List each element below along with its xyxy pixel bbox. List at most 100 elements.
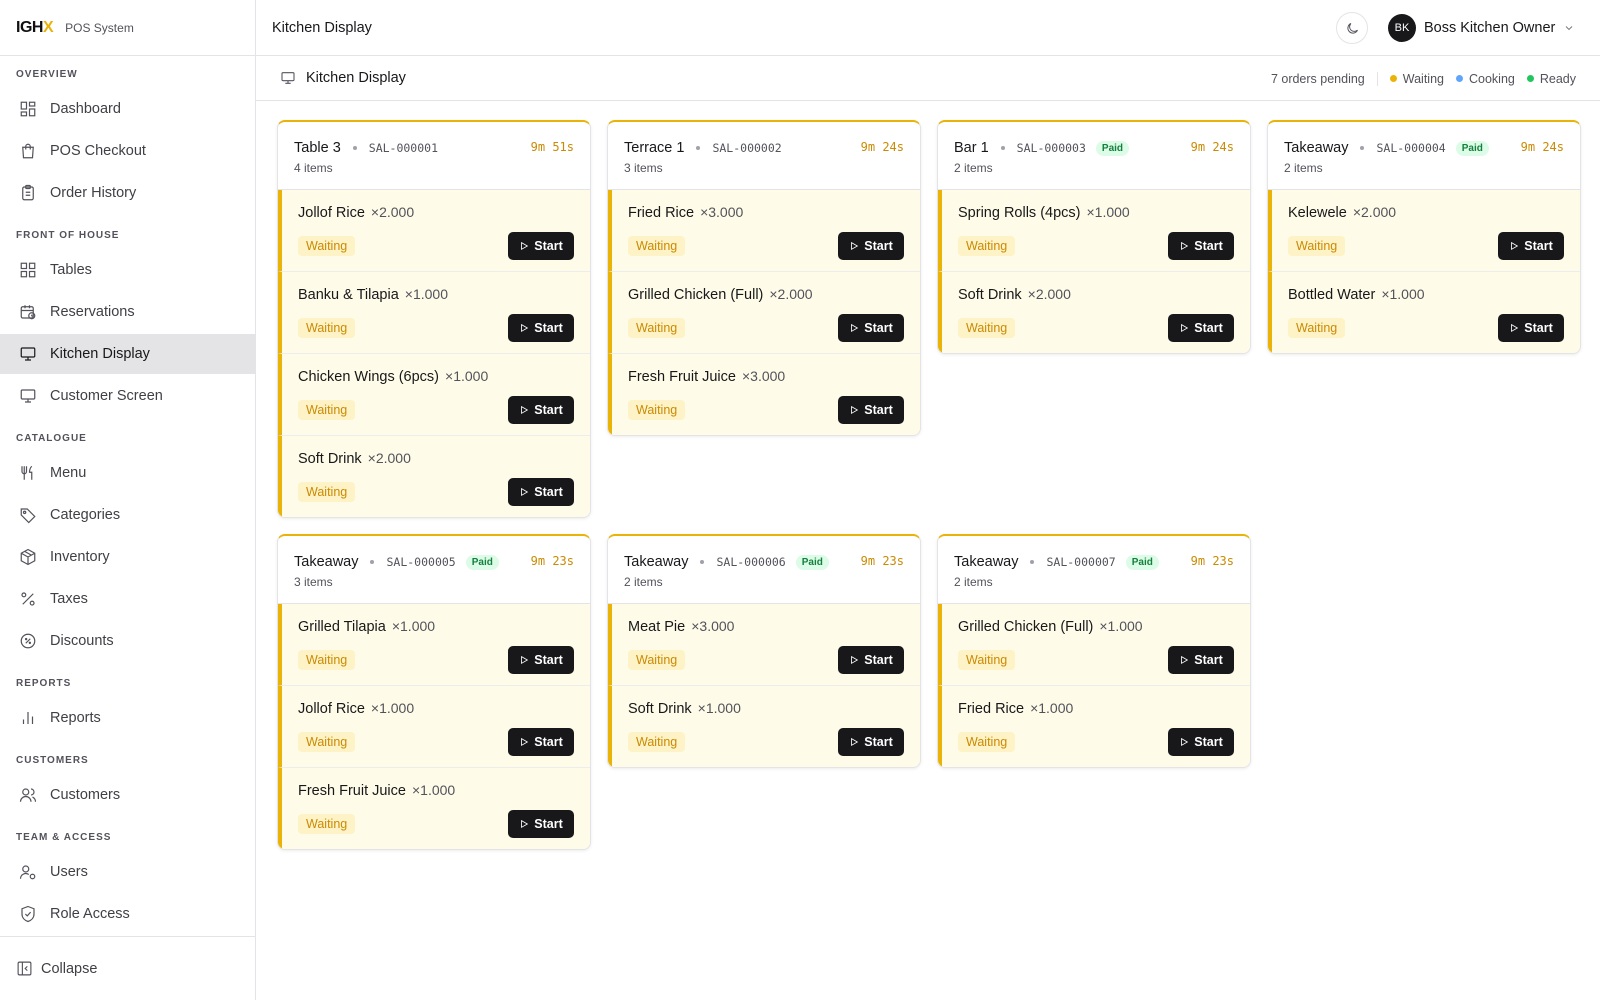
order-line-item: Grilled Chicken (Full) ×2.000 Waiting Start [608, 272, 920, 354]
start-label: Start [534, 239, 563, 253]
order-line-item: Jollof Rice ×1.000 Waiting Start [278, 686, 590, 768]
item-count: 3 items [624, 161, 663, 175]
play-icon [851, 241, 859, 251]
sidebar-item-customer-screen[interactable]: Customer Screen [0, 376, 255, 416]
sidebar-item-taxes[interactable]: Taxes [0, 579, 255, 619]
item-name: Grilled Tilapia [298, 619, 386, 635]
start-button[interactable]: Start [838, 396, 904, 424]
item-count: 3 items [294, 575, 333, 589]
start-button[interactable]: Start [508, 646, 574, 674]
user-cog-icon [18, 862, 38, 882]
sidebar-item-customers[interactable]: Customers [0, 775, 255, 815]
item-quantity: ×2.000 [769, 286, 813, 302]
start-button[interactable]: Start [508, 478, 574, 506]
start-button[interactable]: Start [838, 232, 904, 260]
play-icon [521, 487, 529, 497]
sidebar-item-label: Categories [50, 507, 121, 523]
sidebar-item-reservations[interactable]: Reservations [0, 292, 255, 332]
item-name: Jollof Rice [298, 701, 365, 717]
sidebar-item-label: Order History [50, 185, 137, 201]
sidebar-item-discounts[interactable]: Discounts [0, 621, 255, 661]
order-location: Takeaway [294, 554, 359, 570]
bar-chart-icon [18, 708, 38, 728]
status-badge: Waiting [298, 400, 356, 420]
tag-icon [18, 505, 38, 525]
sidebar-item-kitchen-display[interactable]: Kitchen Display [0, 334, 255, 374]
item-quantity: ×3.000 [700, 204, 744, 220]
play-icon [521, 323, 529, 333]
paid-badge: Paid [1455, 140, 1489, 156]
elapsed-timer: 9m 24s [1190, 140, 1234, 154]
start-button[interactable]: Start [508, 396, 574, 424]
start-button[interactable]: Start [838, 728, 904, 756]
start-button[interactable]: Start [838, 646, 904, 674]
item-name: Bottled Water [1288, 287, 1376, 303]
elapsed-timer: 9m 24s [1520, 140, 1564, 154]
paid-badge: Paid [795, 554, 829, 570]
item-name: Banku & Tilapia [298, 287, 399, 303]
sidebar-item-order-history[interactable]: Order History [0, 173, 255, 213]
status-legend: 7 orders pending Waiting Cooking Ready [1271, 56, 1576, 101]
item-quantity: ×1.000 [411, 782, 456, 798]
play-icon [521, 405, 529, 415]
start-button[interactable]: Start [1168, 646, 1234, 674]
order-line-item: Jollof Rice ×2.000 Waiting Start [278, 190, 590, 272]
sidebar-item-menu[interactable]: Menu [0, 453, 255, 493]
item-quantity: ×2.000 [367, 450, 411, 466]
sale-number: SAL-000002 [712, 141, 782, 155]
collapse-button[interactable]: Collapse [0, 936, 255, 1000]
order-card-header: Takeaway SAL-000007 Paid 9m 23s 2 items [938, 536, 1250, 604]
sidebar-item-label: POS Checkout [50, 143, 146, 159]
order-line-item: Spring Rolls (4pcs) ×1.000 Waiting Start [938, 190, 1250, 272]
sidebar-item-role-access[interactable]: Role Access [0, 894, 255, 934]
discount-badge-icon [18, 631, 38, 651]
sidebar-item-label: Role Access [50, 906, 130, 922]
status-badge: Waiting [628, 400, 686, 420]
elapsed-timer: 9m 23s [860, 554, 904, 568]
shopping-bag-icon [18, 141, 38, 161]
start-button[interactable]: Start [508, 728, 574, 756]
order-line-item: Kelewele ×2.000 Waiting Start [1268, 190, 1580, 272]
item-quantity: ×1.000 [445, 368, 489, 384]
start-button[interactable]: Start [1168, 728, 1234, 756]
start-button[interactable]: Start [508, 314, 574, 342]
sidebar-item-label: Reports [50, 710, 101, 726]
start-button[interactable]: Start [1168, 232, 1234, 260]
sale-number: SAL-000001 [368, 141, 439, 155]
start-button[interactable]: Start [1498, 314, 1564, 342]
item-name: Soft Drink [958, 287, 1022, 303]
start-button[interactable]: Start [508, 232, 574, 260]
item-count: 4 items [294, 161, 333, 175]
play-icon [521, 241, 529, 251]
play-icon [1511, 241, 1519, 251]
sidebar-item-tables[interactable]: Tables [0, 250, 255, 290]
sidebar-item-inventory[interactable]: Inventory [0, 537, 255, 577]
item-name: Fresh Fruit Juice [628, 369, 736, 385]
sidebar-item-users[interactable]: Users [0, 852, 255, 892]
sidebar-item-pos-checkout[interactable]: POS Checkout [0, 131, 255, 171]
item-count: 2 items [624, 575, 663, 589]
kitchen-subheader: Kitchen Display 7 orders pending Waiting… [256, 56, 1600, 101]
separator-dot [370, 560, 375, 564]
start-button[interactable]: Start [1168, 314, 1234, 342]
order-card: Takeaway SAL-000006 Paid 9m 23s 2 items Meat … [607, 534, 921, 768]
order-line-item: Chicken Wings (6pcs) ×1.000 Waiting Start [278, 354, 590, 436]
start-button[interactable]: Start [1498, 232, 1564, 260]
order-card-header: Takeaway SAL-000005 Paid 9m 23s 3 items [278, 536, 590, 604]
start-button[interactable]: Start [838, 314, 904, 342]
sidebar: IGHX POS System OVERVIEW Dashboard POS C… [0, 0, 256, 1000]
start-button[interactable]: Start [508, 810, 574, 838]
sidebar-item-categories[interactable]: Categories [0, 495, 255, 535]
theme-toggle-button[interactable] [1336, 12, 1368, 44]
start-label: Start [864, 653, 893, 667]
topbar: Kitchen Display BK Boss Kitchen Owner [256, 0, 1600, 56]
user-name: Boss Kitchen Owner [1424, 20, 1556, 36]
item-quantity: ×1.000 [370, 700, 415, 716]
sidebar-item-dashboard[interactable]: Dashboard [0, 89, 255, 129]
separator-dot [1030, 560, 1035, 564]
order-line-item: Fresh Fruit Juice ×3.000 Waiting Start [608, 354, 920, 435]
user-menu[interactable]: BK Boss Kitchen Owner [1388, 13, 1575, 43]
elapsed-timer: 9m 24s [860, 140, 904, 154]
sidebar-item-reports[interactable]: Reports [0, 698, 255, 738]
legend-ready: Ready [1526, 72, 1576, 86]
